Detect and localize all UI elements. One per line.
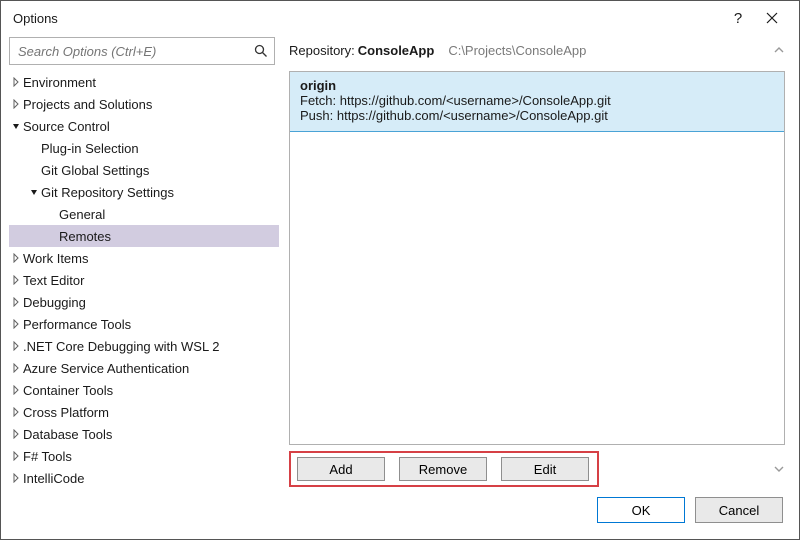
tree-node-label: Projects and Solutions — [23, 97, 152, 112]
dialog-button-row: OK Cancel — [7, 487, 793, 533]
tree-node[interactable]: Database Tools — [9, 423, 279, 445]
tree-node[interactable]: Work Items — [9, 247, 279, 269]
close-button[interactable] — [755, 4, 789, 32]
tree-node[interactable]: IntelliCode — [9, 467, 279, 487]
remote-name: origin — [300, 78, 774, 93]
tree-node[interactable]: Git Global Settings — [9, 159, 279, 181]
tree-arrow-right-icon — [9, 99, 23, 109]
tree-node-label: Azure Service Authentication — [23, 361, 189, 376]
search-input[interactable] — [10, 44, 248, 59]
tree-arrow-right-icon — [9, 385, 23, 395]
tree-node-label: Text Editor — [23, 273, 84, 288]
tree-arrow-right-icon — [9, 341, 23, 351]
tree-node[interactable]: Text Editor — [9, 269, 279, 291]
tree-node-label: Container Tools — [23, 383, 113, 398]
search-icon — [248, 44, 274, 58]
tree-node-label: Debugging — [23, 295, 86, 310]
options-dialog: Options ? Environment Projects and Soluti… — [0, 0, 800, 540]
tree-node-label: Git Repository Settings — [41, 185, 174, 200]
remote-actions-highlight: Add Remove Edit — [289, 451, 599, 487]
tree-node[interactable]: Container Tools — [9, 379, 279, 401]
tree-node-label: Work Items — [23, 251, 89, 266]
tree-node[interactable]: Environment — [9, 71, 279, 93]
tree-node-label: Performance Tools — [23, 317, 131, 332]
expand-chevron[interactable] — [769, 463, 789, 475]
tree-arrow-right-icon — [9, 77, 23, 87]
repo-path: C:\Projects\ConsoleApp — [448, 43, 586, 58]
remote-fetch: Fetch: https://github.com/<username>/Con… — [300, 93, 774, 108]
tree-node-label: General — [59, 207, 105, 222]
tree-arrow-right-icon — [9, 297, 23, 307]
tree-arrow-right-icon — [9, 253, 23, 263]
remove-button[interactable]: Remove — [399, 457, 487, 481]
left-panel: Environment Projects and Solutions Source … — [7, 35, 279, 487]
tree-arrow-right-icon — [9, 363, 23, 373]
cancel-button[interactable]: Cancel — [695, 497, 783, 523]
tree-node[interactable]: General — [9, 203, 279, 225]
tree-arrow-right-icon — [9, 319, 23, 329]
tree-node[interactable]: Performance Tools — [9, 313, 279, 335]
titlebar: Options ? — [1, 1, 799, 35]
tree-node[interactable]: Source Control — [9, 115, 279, 137]
tree-node-label: Git Global Settings — [41, 163, 149, 178]
tree-arrow-right-icon — [9, 429, 23, 439]
add-button[interactable]: Add — [297, 457, 385, 481]
tree-node-label: F# Tools — [23, 449, 72, 464]
tree-node-label: Remotes — [59, 229, 111, 244]
tree-arrow-right-icon — [9, 451, 23, 461]
search-box[interactable] — [9, 37, 275, 65]
tree-arrow-right-icon — [9, 407, 23, 417]
remotes-list[interactable]: originFetch: https://github.com/<usernam… — [289, 71, 785, 445]
tree-node-label: .NET Core Debugging with WSL 2 — [23, 339, 220, 354]
remote-item[interactable]: originFetch: https://github.com/<usernam… — [289, 71, 785, 132]
chevron-down-icon — [773, 463, 785, 475]
tree-arrow-down-icon — [9, 121, 23, 131]
tree-node-label: IntelliCode — [23, 471, 84, 486]
tree-node-label: Cross Platform — [23, 405, 109, 420]
tree-node[interactable]: Debugging — [9, 291, 279, 313]
repo-label: Repository: — [289, 43, 355, 58]
tree-arrow-right-icon — [9, 473, 23, 483]
right-panel: Repository: ConsoleApp C:\Projects\Conso… — [279, 35, 793, 487]
repo-name: ConsoleApp — [358, 43, 435, 58]
tree-node[interactable]: F# Tools — [9, 445, 279, 467]
tree-node[interactable]: Cross Platform — [9, 401, 279, 423]
dialog-title: Options — [13, 11, 721, 26]
help-button[interactable]: ? — [721, 4, 755, 32]
tree-arrow-right-icon — [9, 275, 23, 285]
tree-node-label: Source Control — [23, 119, 110, 134]
chevron-up-icon — [773, 44, 785, 56]
repo-header: Repository: ConsoleApp C:\Projects\Conso… — [289, 35, 789, 65]
tree-node[interactable]: Azure Service Authentication — [9, 357, 279, 379]
tree-node[interactable]: Projects and Solutions — [9, 93, 279, 115]
tree-node-label: Environment — [23, 75, 96, 90]
ok-button[interactable]: OK — [597, 497, 685, 523]
remote-push: Push: https://github.com/<username>/Cons… — [300, 108, 774, 123]
edit-button[interactable]: Edit — [501, 457, 589, 481]
options-tree[interactable]: Environment Projects and Solutions Source … — [7, 69, 279, 487]
tree-node[interactable]: Remotes — [9, 225, 279, 247]
tree-node[interactable]: Plug-in Selection — [9, 137, 279, 159]
tree-node-label: Plug-in Selection — [41, 141, 139, 156]
tree-node[interactable]: Git Repository Settings — [9, 181, 279, 203]
close-icon — [766, 12, 778, 24]
tree-node-label: Database Tools — [23, 427, 112, 442]
tree-arrow-down-icon — [27, 187, 41, 197]
collapse-chevron[interactable] — [769, 44, 789, 56]
tree-node[interactable]: .NET Core Debugging with WSL 2 — [9, 335, 279, 357]
